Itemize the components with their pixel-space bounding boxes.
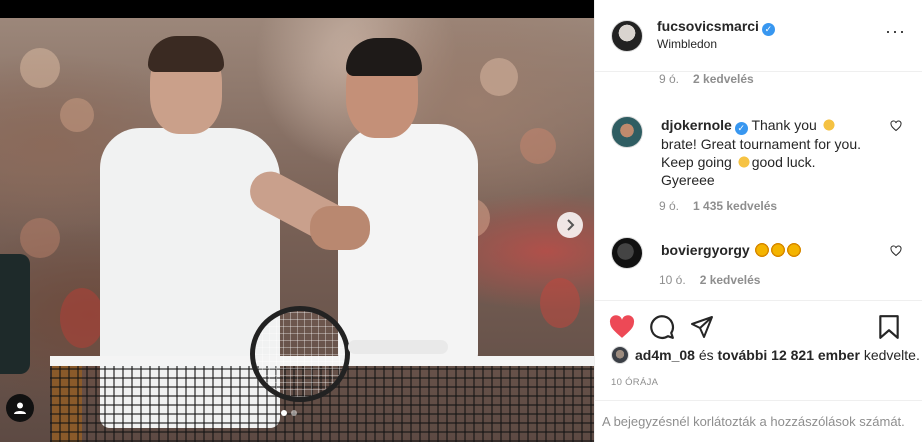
comment-meta: 9 ó. 1 435 kedvelés [595,199,922,213]
comment-text: Thank you [751,117,817,133]
comment-meta: 10 ó. 2 kedvelés [595,273,922,287]
post-side-panel: fucsovicsmarci ✓ Wimbledon ··· 9 ó. 2 ked… [594,0,922,442]
bookmark-icon[interactable] [876,314,902,340]
post-actions [595,300,922,352]
comment-meta: 9 ó. 2 kedvelés [595,72,922,86]
tv-camera [0,254,30,374]
comments-restricted-notice: A bejegyzésnél korlátozták a hozzászólás… [595,400,922,442]
more-horizontal-icon[interactable]: ··· [885,22,906,40]
tennis-racket [250,306,350,402]
handshake-hands [310,206,370,250]
likes-summary: ad4m_08 és további 12 821 ember kedvelte… [611,346,920,364]
author-avatar[interactable] [611,19,643,52]
heart-outline-icon[interactable] [890,244,902,257]
clapping-hands-emoji-icon [770,242,785,257]
commenter-username[interactable]: boviergyorgy [661,242,750,258]
author-username[interactable]: fucsovicsmarci [657,18,759,34]
verified-badge-icon: ✓ [734,121,748,135]
carousel-dots [281,410,297,416]
clapping-hands-emoji-icon [754,242,769,257]
chevron-right-icon[interactable] [557,212,583,238]
comments-list: 9 ó. 2 kedvelés djokernole ✓ Thank you br… [595,72,922,300]
clapping-hands-emoji-icon [786,242,801,257]
comment-text: brate! Great tournament for you. [661,135,861,152]
likes-connector: és [698,347,714,363]
comment-text: good luck. [751,153,816,170]
comment-likes[interactable]: 1 435 kedvelés [693,199,777,213]
verified-badge-icon: ✓ [761,23,775,36]
user-tag-icon[interactable] [6,394,34,422]
liker-username[interactable]: ad4m_08 [635,347,695,363]
post-header: fucsovicsmarci ✓ Wimbledon ··· [595,0,922,72]
comment-icon[interactable] [649,314,675,340]
post-media[interactable] [0,0,594,442]
crowd-red-shirt [60,288,104,348]
other-likers-link[interactable]: további 12 821 ember [718,347,860,363]
comment-text: Gyereee [661,171,715,188]
comment-item: djokernole ✓ Thank you brate! Great tourn… [595,116,922,189]
crowd-face [60,98,94,132]
comment-likes[interactable]: 2 kedvelés [693,72,754,86]
comment-time: 9 ó. [659,198,680,213]
likes-suffix: kedvelte. [863,347,920,363]
comment-text: Keep going [661,153,732,170]
folded-hands-emoji-icon [821,118,836,132]
comment-time: 9 ó. [659,72,680,86]
crowd-face [20,48,60,88]
crowd-face [520,128,556,164]
commenter-username[interactable]: djokernole [661,117,732,133]
crowd-face [480,58,518,96]
crowd-face [20,218,60,258]
heart-outline-icon[interactable] [890,120,902,132]
post-location[interactable]: Wimbledon [657,36,775,53]
carousel-dot [291,410,297,416]
comment-time: 10 ó. [659,272,686,287]
commenter-avatar[interactable] [611,236,643,269]
heart-filled-icon[interactable] [609,314,635,340]
liker-avatar[interactable] [611,346,629,364]
crowd-red-shirt [540,278,580,328]
share-icon[interactable] [689,314,715,340]
racket-handle [348,340,448,354]
post-time-ago[interactable]: 10 ÓRÁJA [611,377,658,388]
comment-item: boviergyorgy [595,236,922,269]
carousel-dot-active [281,410,287,416]
commenter-avatar[interactable] [611,116,643,148]
comment-likes[interactable]: 2 kedvelés [700,273,761,287]
flexed-biceps-emoji-icon [736,154,751,169]
player-left-hair [148,36,224,72]
player-right-hair [346,38,422,76]
